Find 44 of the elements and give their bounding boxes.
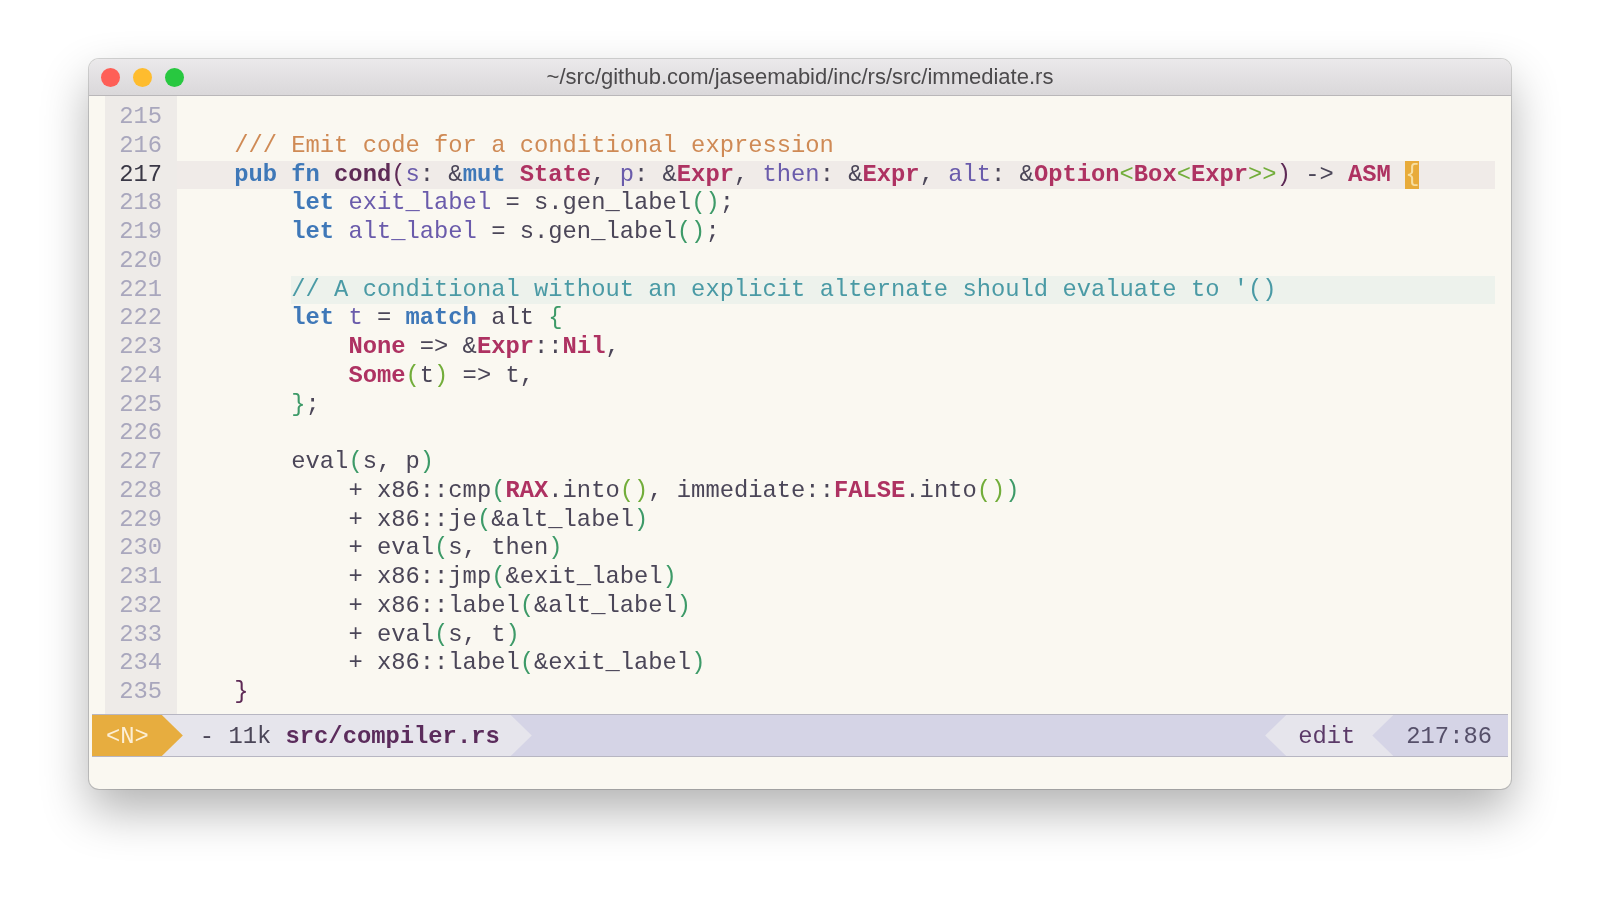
code-line: + eval(s, t) xyxy=(348,620,520,650)
file-info: - 11k src/compiler.rs xyxy=(161,715,532,756)
line-number: 217 xyxy=(119,160,162,190)
code-line: pub fn cond(s: &mut State, p: &Expr, then: &Expr, alt: &Option<Box<Expr>>) -> ASM { xyxy=(234,160,1420,190)
line-number: 216 xyxy=(119,131,162,161)
line-number: 223 xyxy=(119,333,162,362)
code-line: eval(s, p) xyxy=(291,448,435,477)
code-line: let t = match alt { xyxy=(291,304,563,333)
line-number: 227 xyxy=(119,448,162,477)
minimize-button[interactable] xyxy=(133,68,152,87)
line-number: 230 xyxy=(119,534,162,563)
code-line: /// Emit code for a conditional expression xyxy=(234,131,834,161)
line-number: 234 xyxy=(119,649,162,678)
line-number: 226 xyxy=(119,419,162,448)
code-line: + eval(s, then) xyxy=(348,534,563,563)
code-line: + x86::label(&exit_label) xyxy=(348,649,706,678)
line-number: 228 xyxy=(119,476,162,506)
line-number: 229 xyxy=(119,505,162,535)
code-line: + x86::cmp(RAX.into(), immediate::FALSE.into()) xyxy=(348,476,1020,506)
close-button[interactable] xyxy=(101,68,120,87)
line-number: 220 xyxy=(119,246,162,276)
code-line: }; xyxy=(291,390,320,420)
code-line: let exit_label = s.gen_label(); xyxy=(291,189,734,218)
window-title: ~/src/github.com/jaseemabid/inc/rs/src/immediate.rs xyxy=(546,63,1054,91)
line-number: 233 xyxy=(119,620,162,650)
code-line: + x86::jmp(&exit_label) xyxy=(348,563,677,592)
line-number: 218 xyxy=(119,189,162,218)
line-number: 215 xyxy=(119,103,162,132)
line-number: 225 xyxy=(119,390,162,420)
code-line: + x86::je(&alt_label) xyxy=(348,505,649,535)
line-number: 232 xyxy=(119,591,162,621)
mode-indicator: <N> xyxy=(92,715,183,756)
code-line: None => &Expr::Nil, xyxy=(348,333,620,362)
code-line: Some(t) => t, xyxy=(348,361,535,391)
line-number: 222 xyxy=(119,304,162,333)
line-number: 235 xyxy=(119,678,162,707)
line-number: 231 xyxy=(119,563,162,592)
code-line: } xyxy=(234,678,249,707)
line-number: 221 xyxy=(119,275,162,305)
line-number: 224 xyxy=(119,361,162,391)
code-line: + x86::label(&alt_label) xyxy=(348,591,692,621)
code-line: let alt_label = s.gen_label(); xyxy=(291,218,720,247)
line-number: 219 xyxy=(119,218,162,247)
zoom-button[interactable] xyxy=(165,68,184,87)
